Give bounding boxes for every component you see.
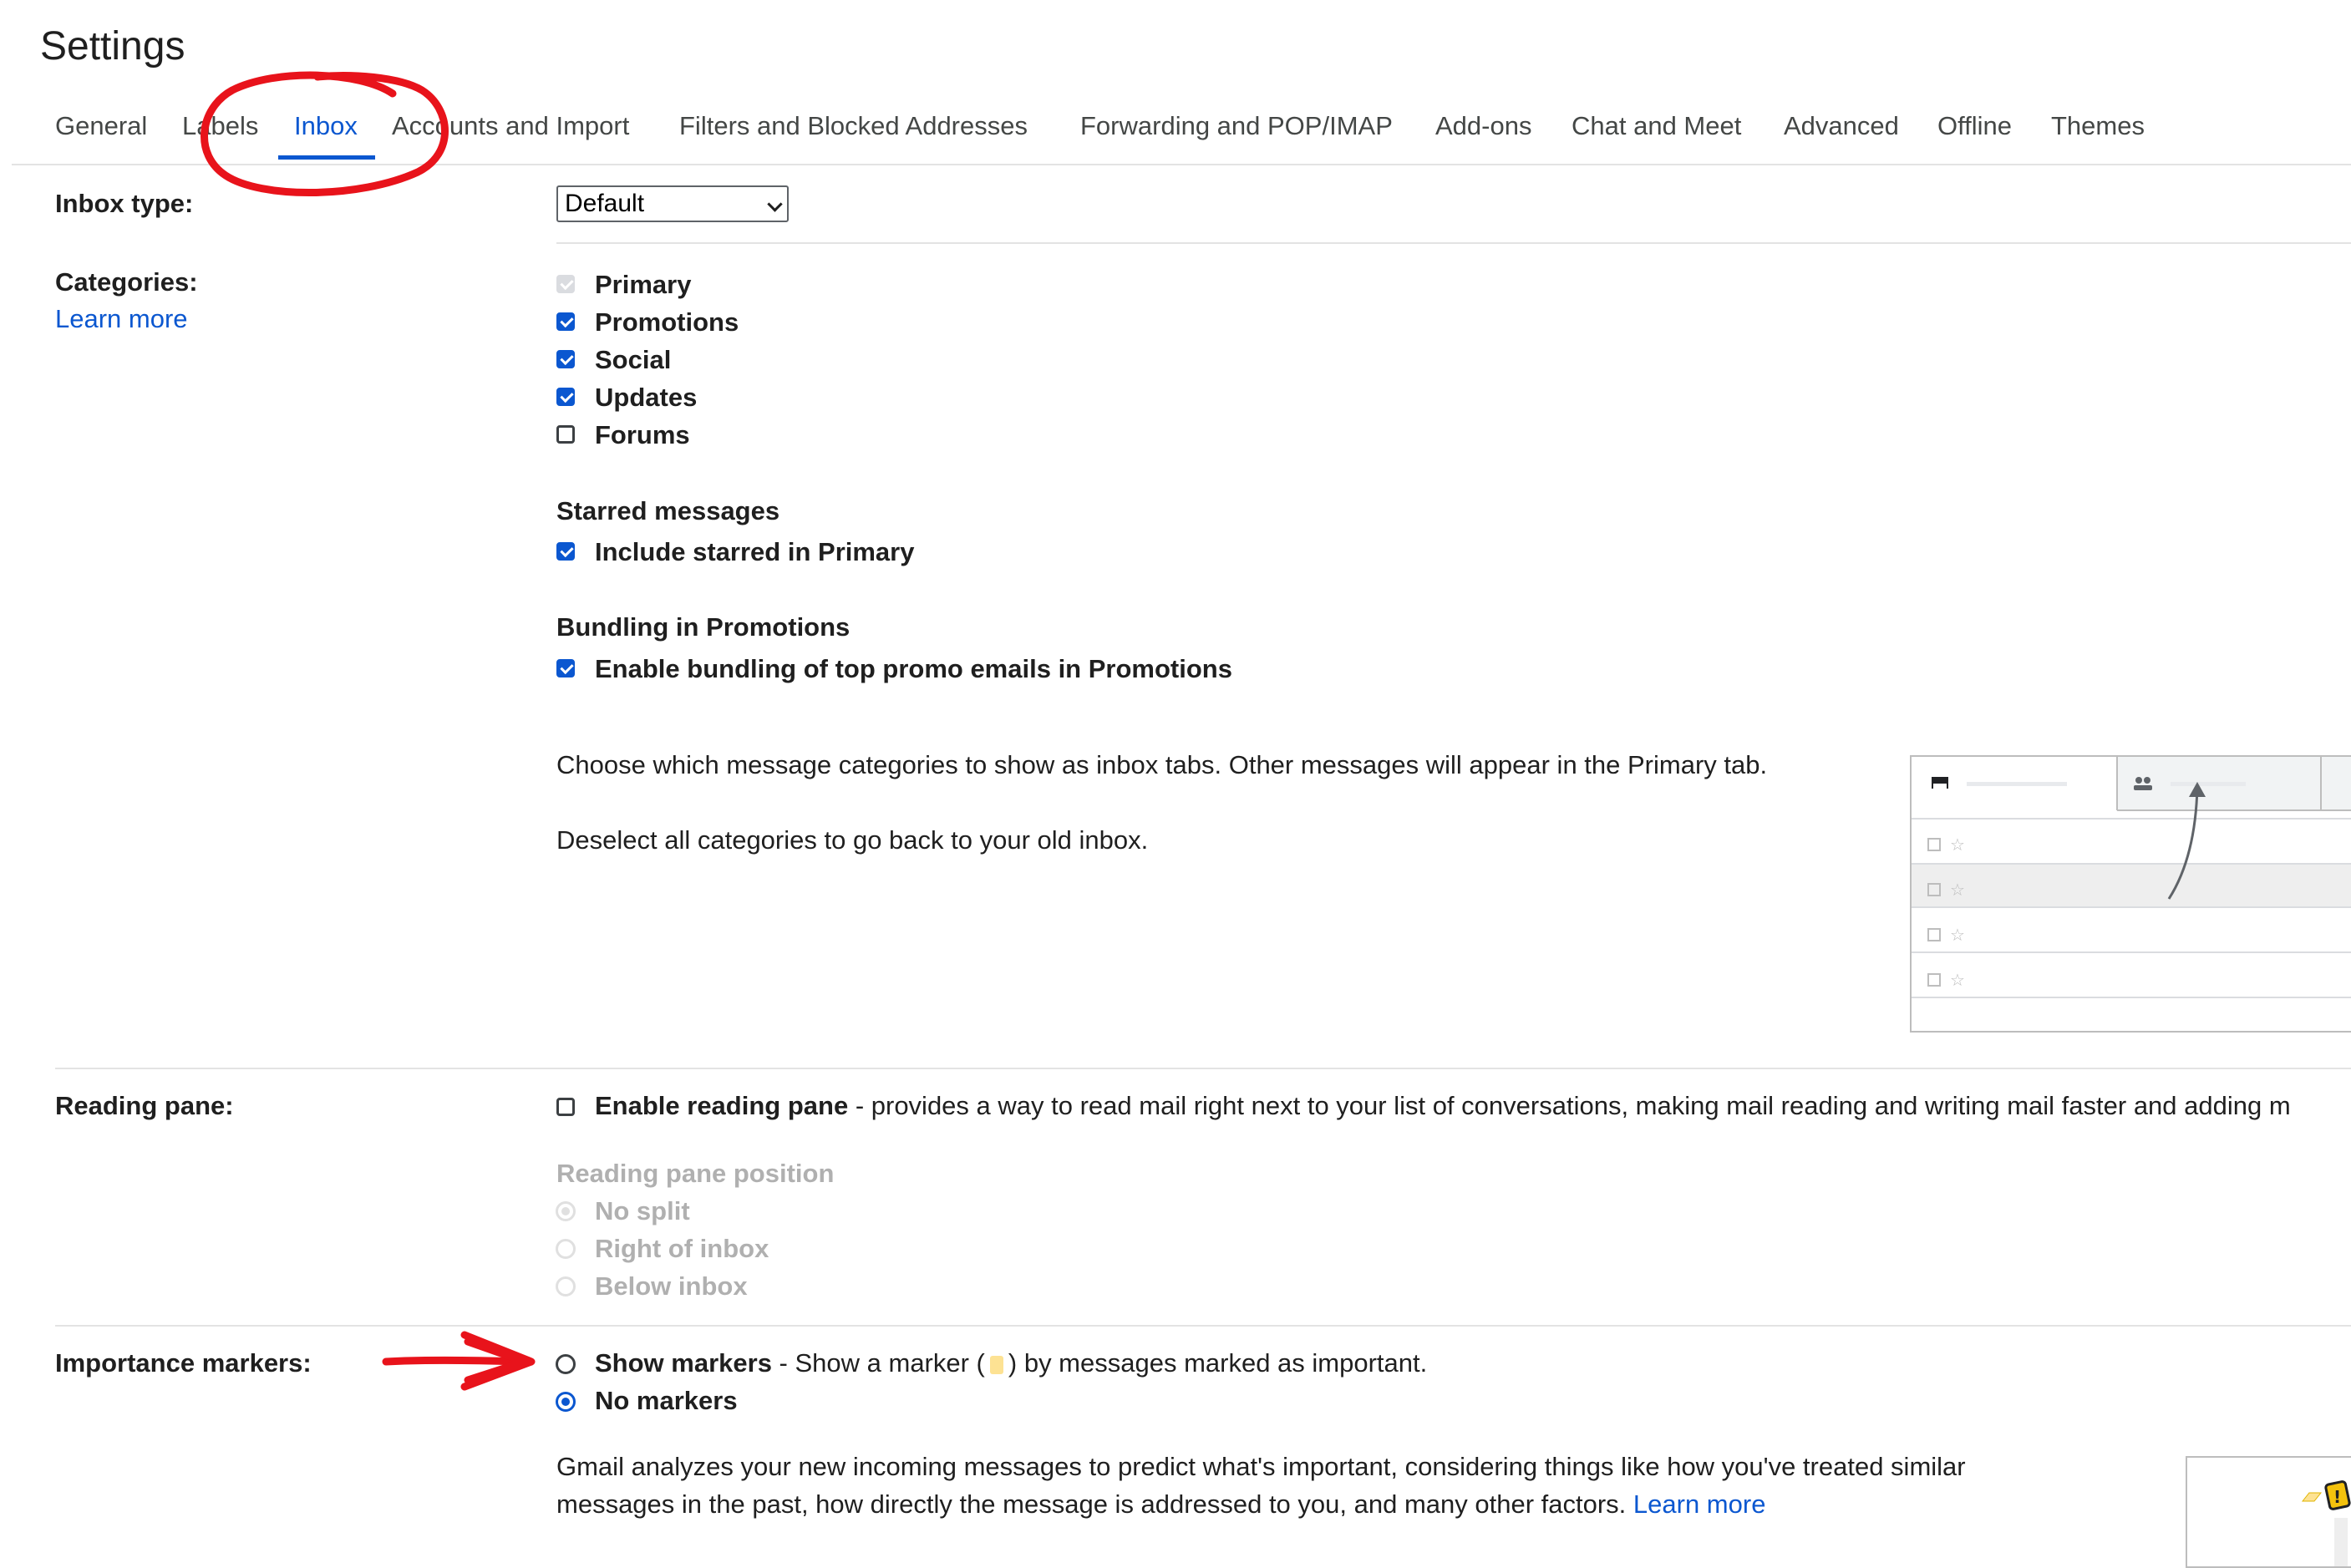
svg-text:☆: ☆ xyxy=(1950,880,1965,900)
bundling-checkbox[interactable] xyxy=(556,659,575,677)
social-checkbox[interactable] xyxy=(556,350,575,368)
no-split-radio xyxy=(556,1201,576,1221)
categories-label: Categories: xyxy=(55,267,198,297)
include-starred-checkbox[interactable] xyxy=(556,542,575,561)
svg-text:☆: ☆ xyxy=(1950,970,1965,990)
show-markers-desc-pre: - Show a marker ( xyxy=(771,1348,985,1378)
importance-description-text: messages in the past, how directly the m… xyxy=(556,1489,1627,1519)
reading-pane-label: Reading pane: xyxy=(55,1091,234,1120)
divider xyxy=(55,1068,2351,1069)
inbox-type-label: Inbox type: xyxy=(55,189,194,218)
page-title: Settings xyxy=(40,24,185,69)
enable-reading-pane-checkbox[interactable] xyxy=(556,1098,575,1116)
no-split-label: No split xyxy=(595,1196,690,1225)
importance-description-line1: Gmail analyzes your new incoming message… xyxy=(556,1452,1966,1481)
categories-description-old-inbox: Deselect all categories to go back to yo… xyxy=(556,825,1149,855)
tab-filters-and-blocked-addresses[interactable]: Filters and Blocked Addresses xyxy=(679,111,1028,141)
updates-checkbox[interactable] xyxy=(556,388,575,406)
importance-description-line2: messages in the past, how directly the m… xyxy=(556,1489,1765,1520)
show-markers-text: Show markers - Show a marker ( ) by messa… xyxy=(595,1348,1427,1378)
tabs-divider xyxy=(12,164,2351,165)
importance-marker-icon xyxy=(989,1355,1003,1374)
inbox-type-select[interactable]: Default xyxy=(556,185,789,222)
include-starred-label: Include starred in Primary xyxy=(595,537,915,566)
divider xyxy=(55,1325,2351,1327)
social-label: Social xyxy=(595,345,672,374)
starred-messages-heading: Starred messages xyxy=(556,496,780,525)
enable-reading-pane-label: Enable reading pane xyxy=(595,1091,849,1120)
updates-label: Updates xyxy=(595,383,698,412)
inbox-tabs-illustration-graphic: ☆ ☆ ☆ ☆ xyxy=(1912,757,2351,998)
no-markers-radio[interactable] xyxy=(556,1392,576,1412)
svg-text:☆: ☆ xyxy=(1950,835,1965,855)
tab-themes[interactable]: Themes xyxy=(2051,111,2145,141)
bundling-label: Enable bundling of top promo emails in P… xyxy=(595,654,1232,683)
forums-label: Forums xyxy=(595,420,690,449)
reading-pane-position-heading: Reading pane position xyxy=(556,1159,835,1188)
inbox-type-value: Default xyxy=(565,190,645,217)
importance-illustration-graphic: ! xyxy=(2301,1480,2351,1566)
categories-description: Choose which message categories to show … xyxy=(556,750,1768,779)
show-markers-label: Show markers xyxy=(595,1348,772,1378)
chevron-down-icon xyxy=(767,196,783,212)
importance-illustration: ! xyxy=(2186,1456,2351,1568)
show-markers-radio[interactable] xyxy=(556,1354,576,1374)
enable-reading-pane-description: - provides a way to read mail right next… xyxy=(848,1091,2291,1120)
categories-learn-more-link[interactable]: Learn more xyxy=(55,304,188,334)
importance-markers-label: Importance markers: xyxy=(55,1348,312,1378)
tab-advanced[interactable]: Advanced xyxy=(1784,111,1899,141)
below-inbox-radio xyxy=(556,1276,576,1297)
promotions-checkbox[interactable] xyxy=(556,312,575,331)
inbox-tabs-illustration: ☆ ☆ ☆ ☆ xyxy=(1910,755,2351,1033)
svg-text:☆: ☆ xyxy=(1950,925,1965,945)
bundling-heading: Bundling in Promotions xyxy=(556,612,851,642)
active-tab-indicator xyxy=(278,155,375,160)
below-inbox-label: Below inbox xyxy=(595,1271,748,1301)
promotions-label: Promotions xyxy=(595,307,739,337)
primary-checkbox xyxy=(556,275,575,293)
forums-checkbox[interactable] xyxy=(556,425,575,444)
tab-chat-and-meet[interactable]: Chat and Meet xyxy=(1572,111,1741,141)
show-markers-desc-post: ) by messages marked as important. xyxy=(1008,1348,1428,1378)
right-of-inbox-radio xyxy=(556,1239,576,1259)
tab-labels[interactable]: Labels xyxy=(182,111,258,141)
tab-add-ons[interactable]: Add-ons xyxy=(1435,111,1531,141)
enable-reading-pane-text: Enable reading pane - provides a way to … xyxy=(595,1091,2291,1121)
divider xyxy=(556,242,2351,244)
right-of-inbox-label: Right of inbox xyxy=(595,1234,769,1263)
tab-general[interactable]: General xyxy=(55,111,147,141)
tab-offline[interactable]: Offline xyxy=(1937,111,2012,141)
annotation-arrow-head xyxy=(460,1331,536,1391)
svg-text:!: ! xyxy=(2333,1487,2341,1507)
tab-forwarding-and-pop-imap[interactable]: Forwarding and POP/IMAP xyxy=(1080,111,1393,141)
no-markers-label: No markers xyxy=(595,1386,738,1415)
tab-accounts-and-import[interactable]: Accounts and Import xyxy=(392,111,629,141)
importance-learn-more-link[interactable]: Learn more xyxy=(1633,1489,1766,1519)
tab-inbox[interactable]: Inbox xyxy=(294,111,358,141)
annotation-arrow-shaft xyxy=(382,1357,522,1366)
primary-label: Primary xyxy=(595,270,692,299)
